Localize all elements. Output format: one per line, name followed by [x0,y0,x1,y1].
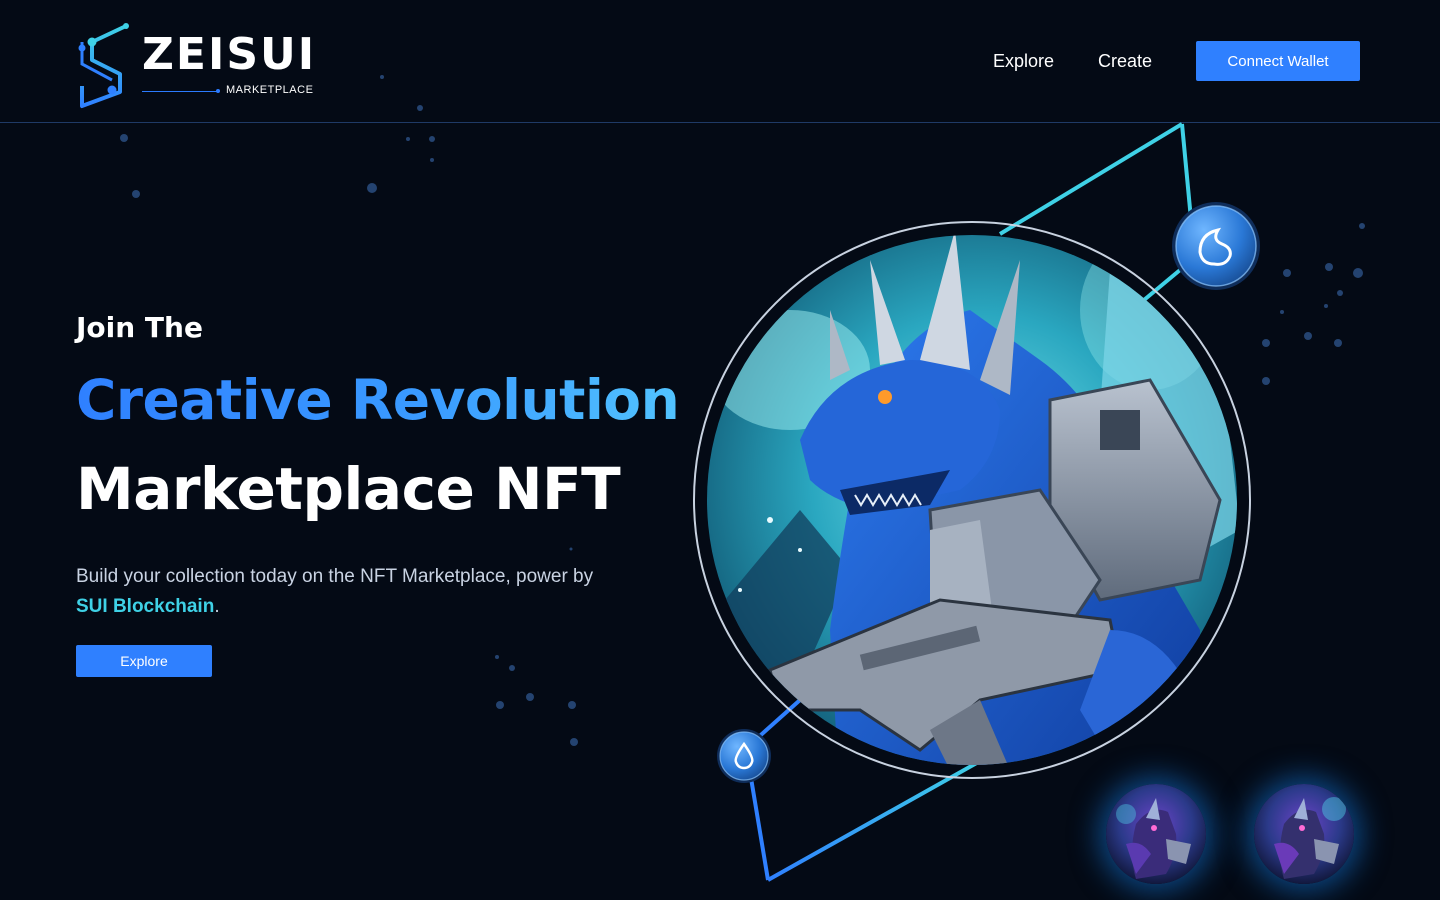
nav-create-link[interactable]: Create [1098,51,1152,72]
nft-thumbnail-2[interactable] [1254,784,1354,884]
hero-description: Build your collection today on the NFT M… [76,562,596,622]
hero-title: Marketplace NFT [76,455,621,523]
hero-description-text: Build your collection today on the NFT M… [76,566,594,587]
water-drop-coin-icon [717,729,771,783]
nav-explore-link[interactable]: Explore [993,51,1054,72]
sui-blockchain-highlight: SUI Blockchain [76,596,215,617]
brand-logo[interactable]: ZEISUI MARKETPLACE [78,22,328,112]
hero-artwork [680,110,1440,900]
brand-underline [142,89,220,93]
sui-coin-icon [1172,202,1260,290]
landing-page: ZEISUI MARKETPLACE Explore Create Connec… [0,0,1440,900]
purple-dragon-nft-thumbnail-2 [1254,784,1354,884]
hero-kicker: Join The [76,311,203,344]
hero-description-end: . [214,596,220,617]
hero-section: Join The Creative Revolution Marketplace… [76,300,716,622]
brand-name: ZEISUI [142,29,317,80]
hero-title-highlight: Creative Revolution [76,356,716,444]
sui-s-circuit-icon [78,23,129,108]
brand-subtitle: MARKETPLACE [226,84,314,96]
hero-explore-button[interactable]: Explore [76,645,212,677]
site-header: ZEISUI MARKETPLACE Explore Create Connec… [0,0,1440,123]
nft-thumbnail-1[interactable] [1106,784,1206,884]
connect-wallet-button[interactable]: Connect Wallet [1196,41,1360,81]
purple-dragon-nft-thumbnail [1106,784,1206,884]
main-nav: Explore Create Connect Wallet [993,41,1360,81]
artwork-graphic [693,122,1260,882]
